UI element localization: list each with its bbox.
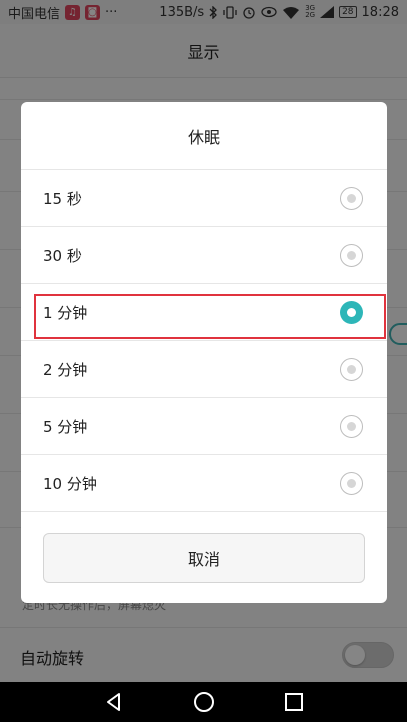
option-label: 5 分钟 <box>43 417 88 436</box>
option-label: 1 分钟 <box>43 303 88 322</box>
radio-button[interactable] <box>340 358 363 381</box>
radio-button-selected[interactable] <box>340 301 363 324</box>
radio-button[interactable] <box>340 415 363 438</box>
navigation-bar <box>0 682 407 722</box>
option-5-minutes[interactable]: 5 分钟 <box>21 398 387 455</box>
radio-button[interactable] <box>340 244 363 267</box>
option-label: 2 分钟 <box>43 360 88 379</box>
recent-apps-icon[interactable] <box>282 690 306 714</box>
option-1-minute[interactable]: 1 分钟 <box>21 284 387 341</box>
home-icon[interactable] <box>192 690 216 714</box>
cancel-button[interactable]: 取消 <box>43 533 365 583</box>
back-icon[interactable] <box>102 690 126 714</box>
radio-button[interactable] <box>340 187 363 210</box>
option-label: 10 分钟 <box>43 474 97 493</box>
dialog-title: 休眠 <box>21 102 387 170</box>
option-30-seconds[interactable]: 30 秒 <box>21 227 387 284</box>
radio-button[interactable] <box>340 472 363 495</box>
option-2-minutes[interactable]: 2 分钟 <box>21 341 387 398</box>
option-15-seconds[interactable]: 15 秒 <box>21 170 387 227</box>
option-label: 15 秒 <box>43 189 82 208</box>
option-label: 30 秒 <box>43 246 82 265</box>
sleep-dialog: 休眠 15 秒 30 秒 1 分钟 2 分钟 5 分钟 10 分钟 取消 <box>21 102 387 603</box>
option-10-minutes[interactable]: 10 分钟 <box>21 455 387 512</box>
